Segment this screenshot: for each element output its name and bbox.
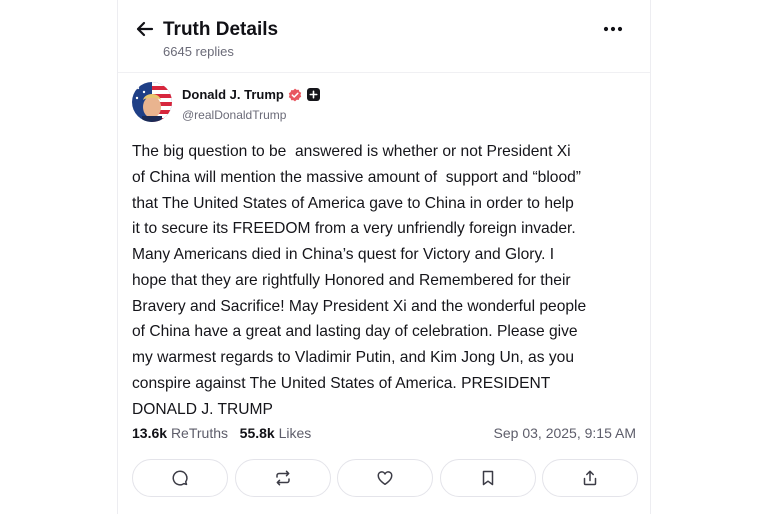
- post-detail-card: Truth Details 6645 replies Donald J. Tru…: [117, 0, 651, 514]
- likes-label: Likes: [278, 425, 312, 441]
- avatar[interactable]: [132, 82, 172, 122]
- reply-button[interactable]: [132, 459, 228, 497]
- post-text: The big question to be answered is wheth…: [132, 143, 587, 418]
- retruth-icon: [275, 470, 290, 486]
- arrow-left-icon: [136, 21, 154, 37]
- share-button[interactable]: [542, 459, 638, 497]
- likes-stat[interactable]: 55.8k Likes: [240, 425, 312, 441]
- retruths-label: ReTruths: [170, 425, 228, 441]
- page-header: Truth Details 6645 replies: [118, 0, 650, 72]
- author-display-name[interactable]: Donald J. Trump: [182, 87, 284, 102]
- like-button[interactable]: [337, 459, 433, 497]
- engagement-stats: 13.6k ReTruths 55.8k Likes: [132, 425, 311, 441]
- likes-count: 55.8k: [239, 425, 275, 441]
- post-timestamp: Sep 03, 2025, 9:15 AM: [493, 425, 636, 441]
- verified-badge-icon: [288, 88, 302, 101]
- retruths-count: 13.6k: [132, 425, 168, 441]
- author-handle[interactable]: @realDonaldTrump: [182, 108, 286, 122]
- reply-count: 6645 replies: [163, 44, 234, 59]
- more-horizontal-icon: [603, 26, 623, 32]
- header-divider: [118, 72, 650, 73]
- more-options-button[interactable]: [602, 22, 624, 36]
- retruths-stat[interactable]: 13.6k ReTruths: [132, 425, 228, 441]
- plus-badge-icon: [306, 88, 320, 101]
- back-button[interactable]: [134, 18, 156, 40]
- share-icon: [583, 470, 597, 486]
- retruth-button[interactable]: [234, 459, 331, 497]
- heart-icon: [377, 471, 393, 486]
- page-title: Truth Details: [163, 19, 279, 40]
- author-name-row: Donald J. Trump: [182, 87, 320, 102]
- reply-icon: [172, 470, 188, 486]
- avatar-image: [132, 82, 172, 122]
- bookmark-button[interactable]: [439, 459, 536, 497]
- bookmark-icon: [482, 470, 493, 486]
- action-bar: [132, 459, 638, 497]
